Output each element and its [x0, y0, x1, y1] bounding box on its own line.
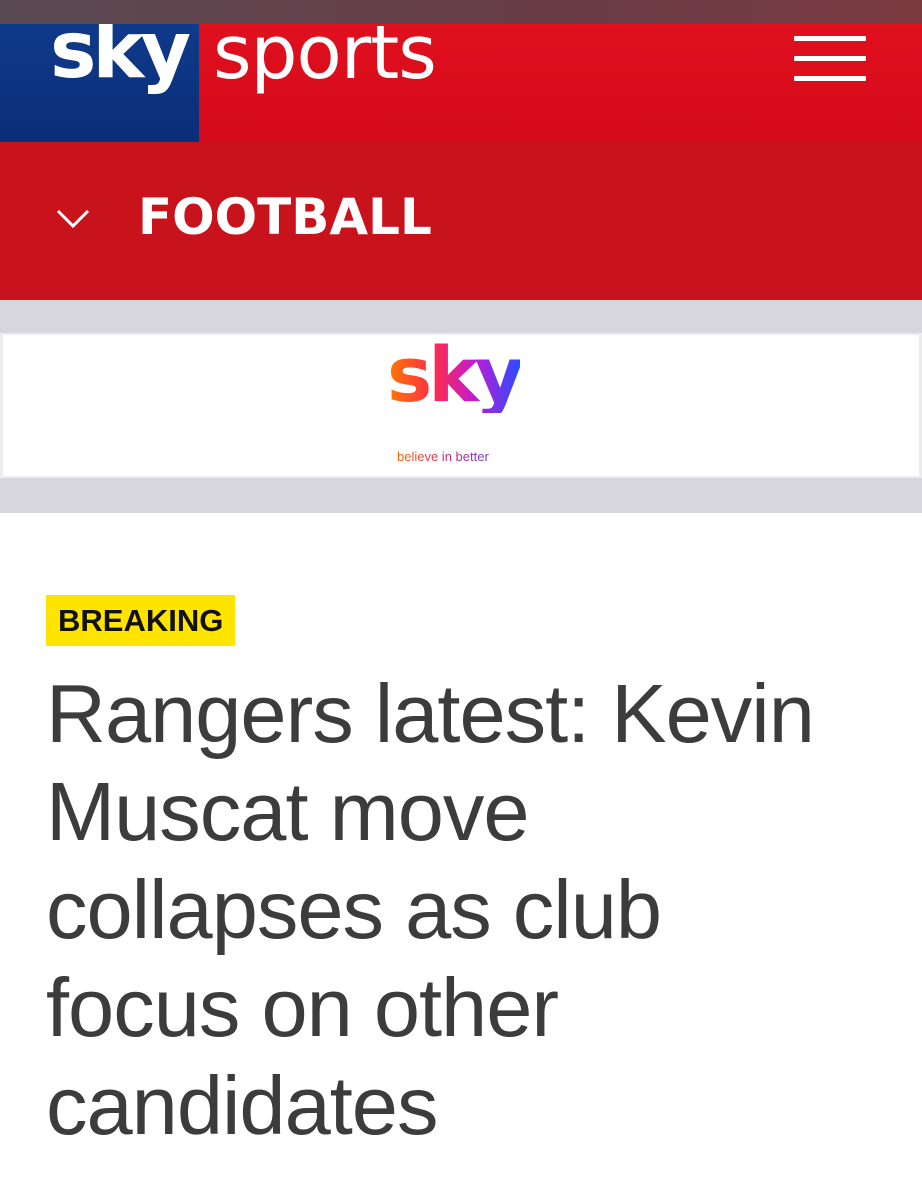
sky-ad-logo: sky	[387, 337, 547, 445]
article-headline: Rangers latest: Kevin Muscat move collap…	[46, 667, 815, 1152]
menu-bar	[794, 36, 866, 41]
sports-banner: sports	[199, 24, 922, 142]
sports-logo-text[interactable]: sports	[213, 24, 437, 90]
article: BREAKING Rangers latest: Kevin Muscat mo…	[0, 513, 922, 1200]
ad-banner[interactable]: sky believe in better	[0, 333, 922, 478]
hamburger-menu-icon[interactable]	[794, 32, 866, 84]
status-strip	[0, 0, 922, 24]
chevron-down-icon	[56, 209, 90, 229]
ad-tagline: believe in better	[397, 449, 489, 464]
section-nav-football[interactable]: FOOTBALL	[0, 142, 922, 300]
ad-container: sky believe in better	[0, 300, 922, 513]
sky-logo-text: sky	[50, 24, 191, 96]
breaking-badge: BREAKING	[46, 595, 236, 646]
site-header: sky sports	[0, 24, 922, 142]
menu-bar	[794, 56, 866, 61]
sky-ad-logo-text: sky	[387, 330, 524, 419]
sky-logo[interactable]: sky	[0, 24, 199, 142]
menu-bar	[794, 76, 866, 81]
section-label: FOOTBALL	[138, 188, 432, 246]
